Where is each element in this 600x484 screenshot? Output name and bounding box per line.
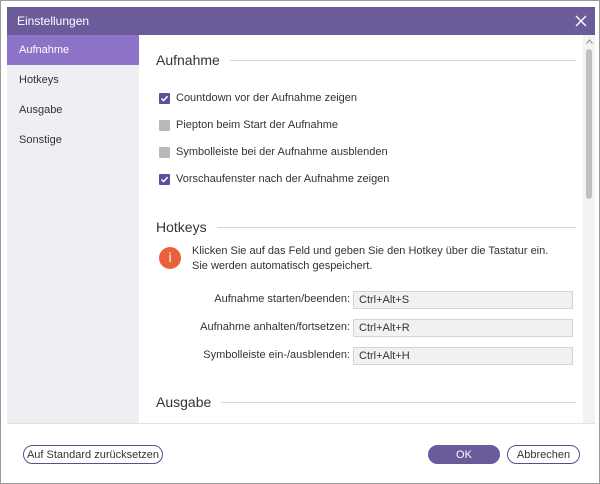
sidebar: Aufnahme Hotkeys Ausgabe Sonstige (7, 35, 139, 423)
option-label: Piepton beim Start der Aufnahme (176, 119, 339, 131)
hotkey-label: Aufnahme starten/beenden: (214, 293, 350, 305)
checkmark-icon (160, 176, 169, 183)
sidebar-item-label: Hotkeys (19, 74, 59, 86)
scroll-up-button[interactable] (583, 35, 595, 47)
section-title: Aufnahme (156, 52, 220, 68)
section-divider (221, 401, 576, 403)
sidebar-item-ausgabe[interactable]: Ausgabe (7, 95, 139, 125)
hotkey-label: Symbolleiste ein-/ausblenden: (203, 349, 350, 361)
close-icon (575, 15, 587, 27)
checkbox-unchecked[interactable] (159, 146, 170, 158)
section-header-hotkeys: Hotkeys (156, 219, 576, 235)
sidebar-item-aufnahme[interactable]: Aufnahme (7, 35, 139, 65)
option-vorschaufenster[interactable]: Vorschaufenster nach der Aufnahme zeigen (159, 173, 389, 185)
sidebar-item-label: Sonstige (19, 134, 62, 146)
option-label: Vorschaufenster nach der Aufnahme zeigen (176, 173, 390, 185)
option-countdown[interactable]: Countdown vor der Aufnahme zeigen (159, 92, 357, 104)
option-piepton[interactable]: Piepton beim Start der Aufnahme (159, 119, 338, 131)
checkbox-checked[interactable] (159, 92, 170, 104)
sidebar-item-sonstige[interactable]: Sonstige (7, 125, 139, 155)
reset-defaults-button[interactable]: Auf Standard zurücksetzen (23, 445, 163, 464)
dialog-footer: Auf Standard zurücksetzen OK Abbrechen (7, 423, 595, 479)
section-divider (229, 59, 576, 61)
hotkey-row-pause-resume: Aufnahme anhalten/fortsetzen: (139, 319, 579, 337)
cancel-button[interactable]: Abbrechen (507, 445, 580, 464)
section-title: Hotkeys (156, 219, 207, 235)
window-title: Einstellungen (17, 14, 90, 28)
option-label: Countdown vor der Aufnahme zeigen (176, 92, 358, 104)
hotkey-row-start-stop: Aufnahme starten/beenden: (139, 291, 579, 309)
section-header-ausgabe: Ausgabe (156, 394, 576, 410)
sidebar-item-label: Ausgabe (19, 104, 63, 116)
scroll-thumb[interactable] (586, 49, 592, 199)
checkmark-icon (160, 95, 169, 102)
option-symbolleiste[interactable]: Symbolleiste bei der Aufnahme ausblenden (159, 146, 388, 158)
close-button[interactable] (567, 7, 595, 35)
settings-content: Aufnahme Countdown vor der Aufnahme zeig… (139, 35, 583, 423)
hotkey-input-pause-resume[interactable] (353, 319, 573, 337)
hotkey-info-text: Klicken Sie auf das Feld und geben Sie d… (192, 245, 549, 272)
hotkey-row-toolbar-toggle: Symbolleiste ein-/ausblenden: (139, 347, 579, 365)
dialog-body: Aufnahme Hotkeys Ausgabe Sonstige Aufnah… (7, 35, 595, 423)
title-bar: Einstellungen (7, 7, 595, 35)
checkbox-unchecked[interactable] (159, 119, 170, 131)
sidebar-item-hotkeys[interactable]: Hotkeys (7, 65, 139, 95)
section-divider (216, 226, 576, 228)
chevron-up-icon (585, 38, 593, 44)
ok-button[interactable]: OK (428, 445, 500, 464)
sidebar-item-label: Aufnahme (19, 44, 70, 56)
checkbox-checked[interactable] (159, 173, 170, 185)
settings-dialog: Einstellungen Aufnahme Hotkeys Ausgabe S… (0, 0, 600, 484)
section-title: Ausgabe (156, 394, 212, 410)
hotkey-input-toolbar-toggle[interactable] (353, 347, 573, 365)
hotkey-label: Aufnahme anhalten/fortsetzen: (200, 321, 350, 333)
section-header-aufnahme: Aufnahme (156, 52, 576, 68)
info-icon: i (159, 247, 181, 269)
vertical-scrollbar[interactable] (583, 35, 595, 423)
option-label: Symbolleiste bei der Aufnahme ausblenden (176, 146, 388, 158)
hotkey-input-start-stop[interactable] (353, 291, 573, 309)
